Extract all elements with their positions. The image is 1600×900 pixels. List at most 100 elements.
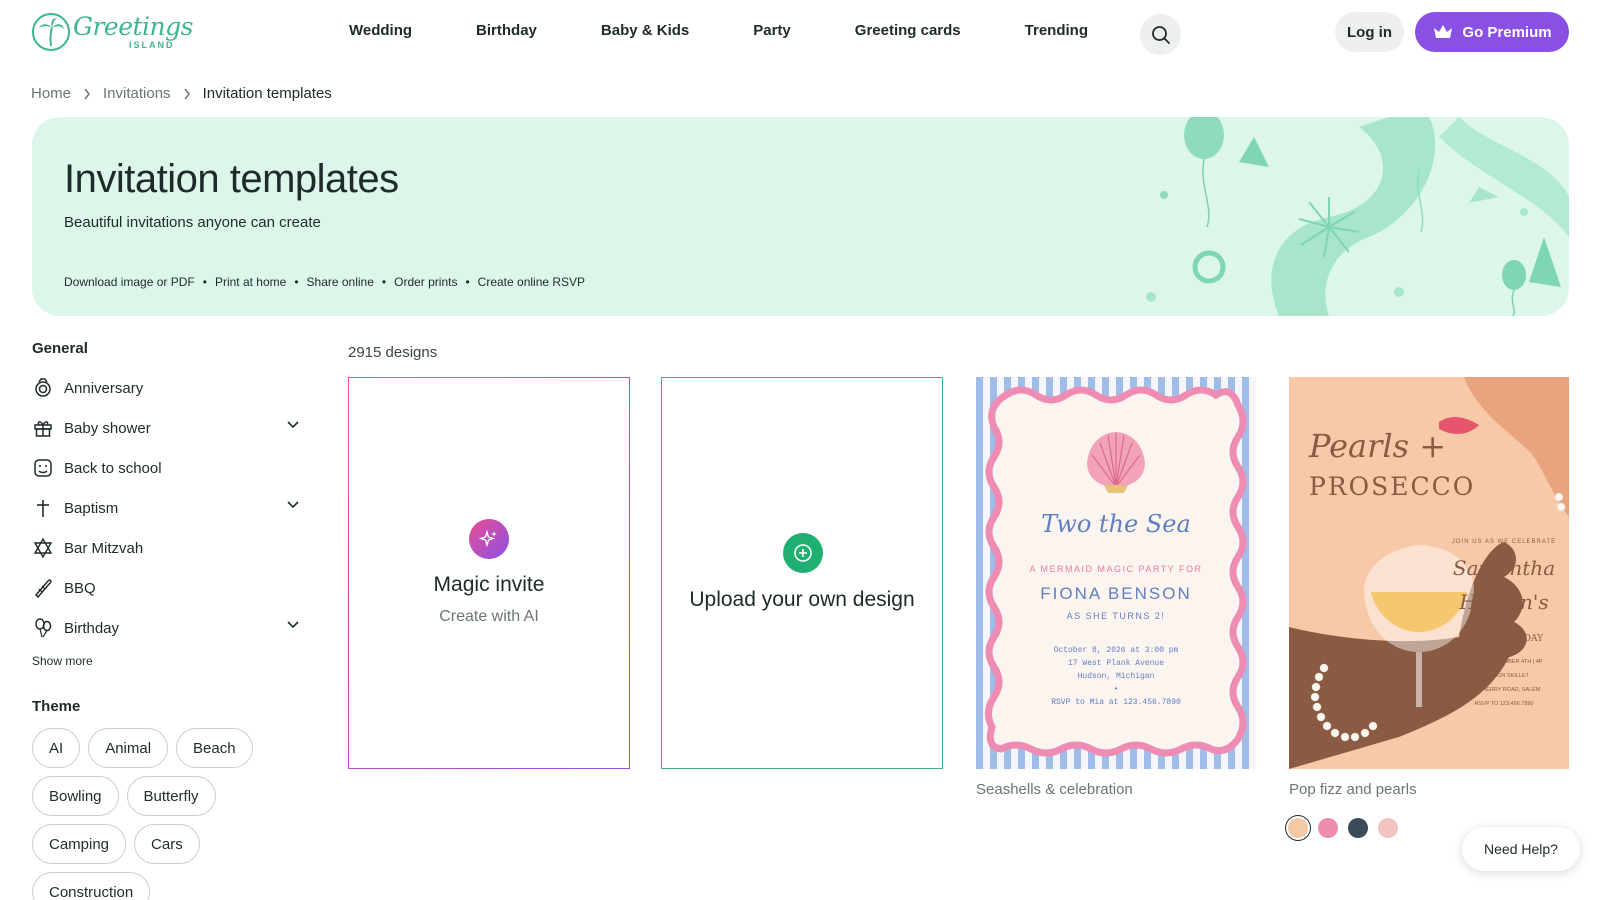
- main-nav: Wedding Birthday Baby & Kids Party Greet…: [349, 22, 1088, 39]
- theme-chip-construction[interactable]: Construction: [32, 872, 151, 900]
- template-rsvp: RSVP to Mia at 123.456.7890: [1051, 698, 1181, 707]
- template-caption[interactable]: Seashells & celebration: [976, 781, 1133, 798]
- template-heading: PROSECCO: [1309, 472, 1475, 501]
- breadcrumb-home[interactable]: Home: [31, 85, 71, 102]
- color-swatch[interactable]: [1318, 818, 1338, 838]
- feature-item: Share online: [306, 275, 374, 289]
- breadcrumb: Home Invitations Invitation templates: [31, 85, 332, 102]
- cross-icon: [32, 497, 54, 519]
- theme-chip-beach[interactable]: Beach: [176, 728, 253, 768]
- template-heading: Two the Sea: [1041, 510, 1191, 538]
- template-address: Hudson, Michigan: [1078, 672, 1155, 681]
- designs-count: 2915 designs: [348, 344, 438, 361]
- theme-chip-camping[interactable]: Camping: [32, 824, 127, 864]
- chevron-down-icon[interactable]: [287, 501, 299, 509]
- theme-chip-bowling[interactable]: Bowling: [32, 776, 119, 816]
- site-header: Greetings ISLAND Wedding Birthday Baby &…: [0, 0, 1600, 66]
- theme-chip-butterfly[interactable]: Butterfly: [126, 776, 216, 816]
- site-logo[interactable]: Greetings ISLAND: [31, 10, 194, 54]
- template-line: A MERMAID MAGIC PARTY FOR: [1029, 564, 1202, 574]
- template-heading: Pearls +: [1308, 427, 1446, 465]
- template-rsvp: RSVP TO 123.456.7890: [1474, 701, 1533, 707]
- color-swatch[interactable]: [1348, 818, 1368, 838]
- template-name: FIONA BENSON: [1040, 584, 1192, 603]
- logo-subtitle: ISLAND: [129, 40, 175, 50]
- nav-birthday[interactable]: Birthday: [476, 22, 537, 39]
- sidebar-item-label: Back to school: [64, 459, 162, 477]
- search-icon: [1151, 25, 1170, 44]
- template-name: Samantha: [1453, 556, 1555, 580]
- hero-banner: Invitation templates Beautiful invitatio…: [32, 117, 1569, 316]
- chevron-down-icon[interactable]: [287, 421, 299, 429]
- go-premium-label: Go Premium: [1462, 23, 1552, 41]
- balloons-icon: [32, 617, 54, 639]
- plus-circle-icon: [783, 533, 823, 573]
- go-premium-button[interactable]: Go Premium: [1415, 12, 1569, 52]
- template-thumbnail-seashells[interactable]: Two the Sea A MERMAID MAGIC PARTY FOR FI…: [976, 377, 1256, 769]
- template-thumbnail-pearls[interactable]: Pearls + PROSECCO JOIN US AS WE CELEBRAT…: [1289, 377, 1569, 769]
- need-help-button[interactable]: Need Help?: [1462, 827, 1580, 871]
- sidebar-item-bbq[interactable]: BBQ: [32, 568, 312, 608]
- palm-tree-icon: [32, 13, 70, 51]
- template-date: SUNDAY | OCTOBER 4TH | 4P: [1465, 659, 1542, 665]
- magic-invite-title: Magic invite: [433, 573, 545, 596]
- sidebar-item-bar-mitzvah[interactable]: Bar Mitzvah: [32, 528, 312, 568]
- theme-chip-ai[interactable]: AI: [32, 728, 81, 768]
- magic-invite-card[interactable]: Magic invite Create with AI: [348, 377, 630, 769]
- feature-item: Order prints: [394, 275, 458, 289]
- logo-wordmark: Greetings: [73, 12, 194, 41]
- login-button[interactable]: Log in: [1335, 12, 1404, 52]
- search-button[interactable]: [1140, 14, 1181, 55]
- template-line: JOIN US AS WE CELEBRATE: [1452, 539, 1556, 545]
- nav-baby-kids[interactable]: Baby & Kids: [601, 22, 689, 39]
- feature-item: Download image or PDF: [64, 275, 195, 289]
- color-swatches: [1288, 818, 1408, 838]
- template-caption[interactable]: Pop fizz and pearls: [1289, 781, 1417, 798]
- template-line: 35TH BIRTHDAY: [1465, 634, 1544, 644]
- chevron-down-icon[interactable]: [287, 621, 299, 629]
- sidebar-item-baptism[interactable]: Baptism: [32, 488, 312, 528]
- breadcrumb-current: Invitation templates: [202, 85, 332, 102]
- sidebar-item-anniversary[interactable]: Anniversary: [32, 368, 312, 408]
- show-more-link[interactable]: Show more: [32, 654, 312, 668]
- star-of-david-icon: [32, 537, 54, 559]
- sidebar-item-back-to-school[interactable]: Back to school: [32, 448, 312, 488]
- color-swatch[interactable]: [1288, 818, 1308, 838]
- nav-party[interactable]: Party: [753, 22, 791, 39]
- page-title: Invitation templates: [64, 157, 399, 201]
- sidebar-item-baby-shower[interactable]: Baby shower: [32, 408, 312, 448]
- template-line: AS SHE TURNS 2!: [1067, 611, 1166, 621]
- gift-icon: [32, 417, 54, 439]
- sidebar-item-label: Baby shower: [64, 419, 151, 437]
- category-list: Anniversary Baby shower Back to school B…: [32, 368, 312, 648]
- sidebar-item-label: Anniversary: [64, 379, 144, 397]
- magic-invite-subtitle: Create with AI: [439, 608, 539, 625]
- page-subtitle: Beautiful invitations anyone can create: [64, 214, 321, 231]
- template-name: Huston's: [1458, 590, 1548, 614]
- theme-chip-animal[interactable]: Animal: [88, 728, 169, 768]
- chevron-right-icon: [83, 88, 91, 100]
- theme-chip-cars[interactable]: Cars: [134, 824, 200, 864]
- feature-list: Download image or PDF • Print at home • …: [64, 275, 586, 289]
- nav-greeting-cards[interactable]: Greeting cards: [855, 22, 961, 39]
- sidebar-item-label: Bar Mitzvah: [64, 539, 144, 557]
- breadcrumb-invitations[interactable]: Invitations: [103, 85, 171, 102]
- upload-design-card[interactable]: Upload your own design: [661, 377, 943, 769]
- sidebar-item-birthday[interactable]: Birthday: [32, 608, 312, 648]
- upload-design-title: Upload your own design: [689, 588, 915, 611]
- sidebar-item-label: Birthday: [64, 619, 120, 637]
- color-swatch[interactable]: [1378, 818, 1398, 838]
- template-venue: THE IRON SKILLET: [1479, 673, 1529, 679]
- template-address: 149 CHERRY ROAD, SALEM: [1468, 687, 1541, 693]
- grill-icon: [32, 577, 54, 599]
- rings-icon: [32, 377, 54, 399]
- feature-item: Create online RSVP: [477, 275, 586, 289]
- nav-trending[interactable]: Trending: [1025, 22, 1088, 39]
- backpack-icon: [32, 457, 54, 479]
- template-address: 17 West Plank Avenue: [1068, 659, 1164, 668]
- sparkle-icon: [469, 519, 509, 559]
- nav-wedding[interactable]: Wedding: [349, 22, 412, 39]
- theme-heading: Theme: [32, 698, 81, 715]
- filter-sidebar: General Anniversary Baby shower Back to …: [32, 340, 312, 900]
- general-heading: General: [32, 340, 88, 357]
